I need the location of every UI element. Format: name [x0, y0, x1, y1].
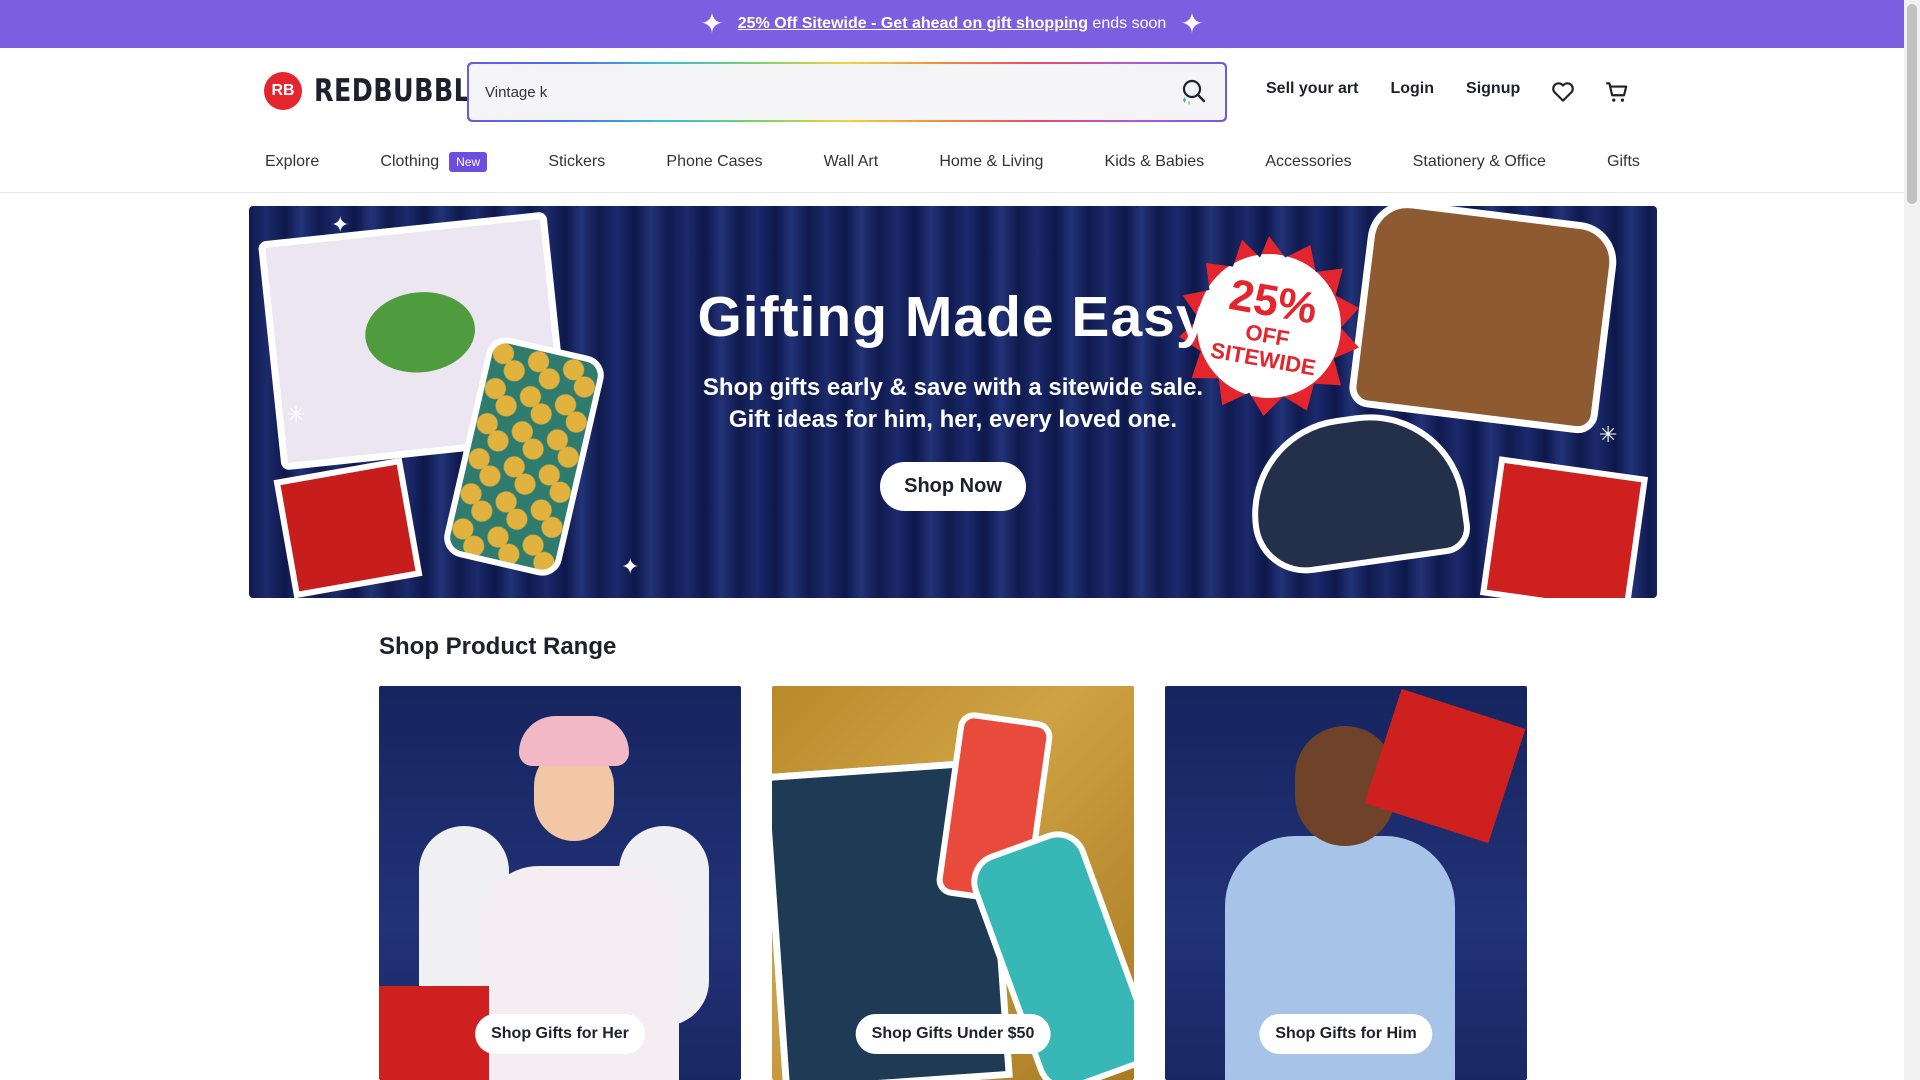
login-link[interactable]: Login: [1390, 80, 1434, 98]
card-gifts-for-him[interactable]: Shop Gifts for Him: [1165, 686, 1527, 1080]
promo-banner: ✦ 25% Off Sitewide - Get ahead on gift s…: [0, 0, 1904, 48]
page-scrollbar[interactable]: [1904, 0, 1920, 1080]
hero-title: Gifting Made Easy: [697, 285, 1209, 349]
card-gifts-for-her[interactable]: Shop Gifts for Her: [379, 686, 741, 1080]
nav-clothing[interactable]: Clothing New: [380, 152, 488, 172]
nav-clothing-label: Clothing: [380, 153, 440, 170]
heart-icon[interactable]: [1550, 79, 1576, 105]
header-icons: [1550, 79, 1630, 105]
section-title: Shop Product Range: [379, 633, 617, 660]
promo-suffix: ends soon: [1092, 15, 1167, 32]
logo-mark: RB: [264, 72, 302, 110]
sparkle-icon: ✦: [700, 8, 724, 39]
logo-text: REDBUBBLE: [314, 73, 489, 109]
site-header: RB REDBUBBLE Sell your art Login Signup: [0, 48, 1904, 193]
hero-content: Gifting Made Easy Shop gifts early & sav…: [249, 284, 1657, 511]
shop-now-button[interactable]: Shop Now: [880, 462, 1026, 511]
search-input[interactable]: [485, 83, 1177, 101]
category-nav: Explore Clothing New Stickers Phone Case…: [265, 152, 1640, 172]
search-icon[interactable]: [1177, 76, 1209, 108]
signup-link[interactable]: Signup: [1466, 80, 1520, 98]
nav-stationery-office[interactable]: Stationery & Office: [1413, 152, 1546, 172]
sparkle-icon: ✦: [621, 554, 640, 579]
shop-gifts-for-him-button[interactable]: Shop Gifts for Him: [1259, 1014, 1433, 1054]
hero-banner[interactable]: 25% OFF SITEWIDE ✦ ✳ ✦ ✳ Gifting Made Ea…: [249, 206, 1657, 598]
nav-accessories[interactable]: Accessories: [1265, 152, 1351, 172]
nav-explore[interactable]: Explore: [265, 152, 319, 172]
header-links: Sell your art Login Signup: [1266, 80, 1520, 98]
sparkle-icon: ✦: [1180, 8, 1204, 39]
nav-kids-babies[interactable]: Kids & Babies: [1105, 152, 1205, 172]
cart-icon[interactable]: [1604, 79, 1630, 105]
hero-subtitle: Shop gifts early & save with a sitewide …: [249, 372, 1657, 436]
nav-phone-cases[interactable]: Phone Cases: [666, 152, 762, 172]
promo-link[interactable]: 25% Off Sitewide - Get ahead on gift sho…: [738, 15, 1088, 32]
search-bar: [467, 62, 1227, 122]
hero-subtitle-line2: Gift ideas for him, her, every loved one…: [728, 406, 1178, 433]
nav-wall-art[interactable]: Wall Art: [824, 152, 879, 172]
nav-stickers[interactable]: Stickers: [548, 152, 605, 172]
gift-box: [379, 986, 489, 1080]
shop-gifts-under-50-button[interactable]: Shop Gifts Under $50: [855, 1014, 1051, 1054]
nav-gifts[interactable]: Gifts: [1607, 152, 1640, 172]
hero-subtitle-line1: Shop gifts early & save with a sitewide …: [702, 374, 1204, 401]
card-gifts-under-50[interactable]: Shop Gifts Under $50: [772, 686, 1134, 1080]
beret: [519, 716, 629, 766]
scrollbar-thumb[interactable]: [1907, 4, 1917, 204]
shop-gifts-for-her-button[interactable]: Shop Gifts for Her: [475, 1014, 645, 1054]
sell-your-art-link[interactable]: Sell your art: [1266, 80, 1358, 98]
new-badge: New: [449, 152, 488, 172]
sparkle-icon: ✦: [331, 212, 350, 237]
nav-home-living[interactable]: Home & Living: [939, 152, 1043, 172]
